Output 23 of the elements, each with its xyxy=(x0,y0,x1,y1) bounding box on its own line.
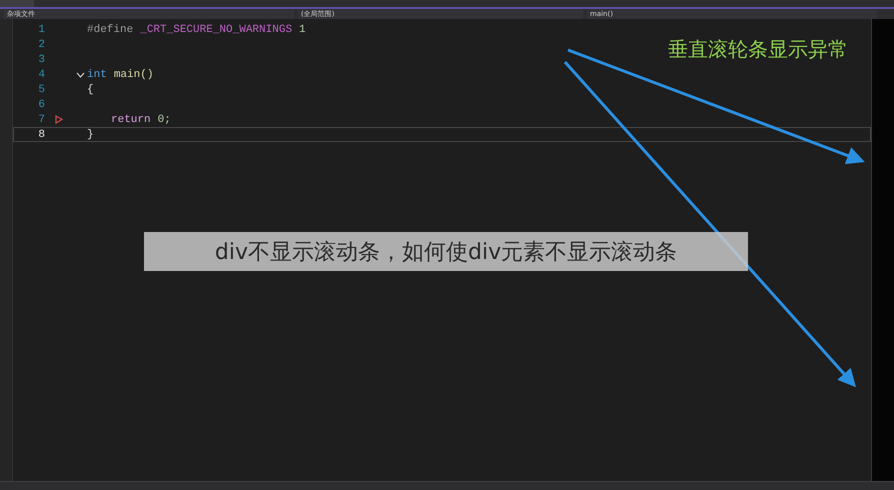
annotation-text: 垂直滚轮条显示异常 xyxy=(668,36,848,63)
triangle-marker-icon xyxy=(55,115,63,124)
code-token: _CRT_SECURE_NO_WARNINGS xyxy=(140,24,292,36)
line-number: 6 xyxy=(37,98,45,110)
code-token: return xyxy=(111,114,151,126)
code-token: main() xyxy=(114,68,154,80)
code-token: } xyxy=(87,128,94,140)
caption-banner: div不显示滚动条，如何使div元素不显示滚动条 xyxy=(144,232,748,271)
line-number: 2 xyxy=(37,38,45,50)
code-token: 1 xyxy=(299,24,306,36)
vertical-scrollbar[interactable] xyxy=(871,19,894,481)
line-number: 1 xyxy=(37,24,45,36)
code-token: #define xyxy=(87,24,134,36)
line-number: 5 xyxy=(37,84,45,96)
code-token: 0; xyxy=(158,114,171,126)
file-tab[interactable] xyxy=(0,0,34,7)
line-number: 4 xyxy=(37,68,45,80)
code-token: { xyxy=(87,84,94,96)
line-number: 8 xyxy=(37,128,45,140)
code-token: int xyxy=(87,68,107,80)
line-number: 3 xyxy=(37,54,45,66)
collapse-chevron-icon[interactable] xyxy=(76,72,84,78)
line-number: 7 xyxy=(37,114,45,126)
